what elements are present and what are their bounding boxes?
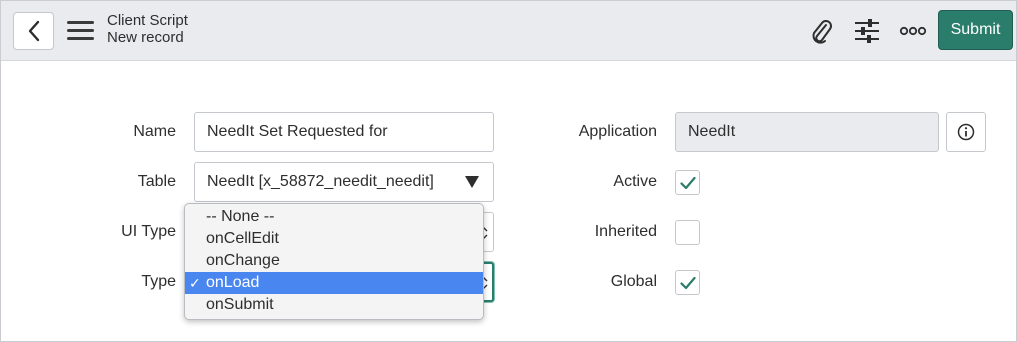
check-icon (679, 276, 696, 289)
type-label: Type (141, 273, 176, 290)
dropdown-option-onload[interactable]: ✓ onLoad (185, 272, 483, 294)
back-icon (28, 20, 39, 42)
attachment-button[interactable] (807, 17, 835, 45)
dropdown-option-oncelledit[interactable]: onCellEdit (185, 228, 483, 250)
application-value: NeedIt (688, 123, 736, 140)
name-input[interactable]: NeedIt Set Requested for (194, 112, 494, 152)
table-label: Table (137, 173, 176, 190)
page-title: Client Script New record (107, 12, 188, 46)
selected-check-icon: ✓ (189, 275, 201, 291)
dropdown-option-label: onLoad (206, 274, 260, 291)
dropdown-option-none[interactable]: -- None -- (185, 206, 483, 228)
type-dropdown-list: -- None -- onCellEdit onChange ✓ onLoad … (184, 203, 484, 320)
record-type-title: Client Script (107, 12, 188, 29)
info-icon (957, 123, 975, 141)
personalize-form-button[interactable] (853, 17, 881, 45)
inherited-label: Inherited (594, 223, 657, 240)
hamburger-menu-icon[interactable] (67, 21, 94, 41)
inherited-checkbox[interactable] (675, 220, 700, 245)
ui-type-label: UI Type (121, 223, 176, 240)
dropdown-option-onsubmit[interactable]: onSubmit (185, 294, 483, 316)
application-info-button[interactable] (946, 112, 986, 152)
name-value: NeedIt Set Requested for (207, 123, 388, 140)
application-label: Application (578, 123, 657, 140)
global-checkbox[interactable] (675, 270, 700, 295)
table-select[interactable]: NeedIt [x_58872_needit_needit] (194, 162, 494, 202)
header-bar: Client Script New record Submit (1, 1, 1016, 61)
application-field: NeedIt (675, 112, 939, 152)
more-icon (899, 26, 927, 36)
back-button[interactable] (13, 12, 54, 50)
sliders-icon (855, 19, 879, 43)
dropdown-caret-icon (465, 176, 479, 188)
paperclip-icon (812, 20, 832, 44)
table-value: NeedIt [x_58872_needit_needit] (207, 173, 434, 190)
name-label: Name (133, 123, 176, 140)
active-label: Active (613, 173, 657, 190)
global-label: Global (610, 273, 657, 290)
active-checkbox[interactable] (675, 170, 700, 195)
submit-button[interactable]: Submit (938, 10, 1013, 50)
record-subtitle: New record (107, 29, 184, 46)
dropdown-option-onchange[interactable]: onChange (185, 250, 483, 272)
check-icon (679, 176, 696, 189)
more-options-button[interactable] (899, 17, 927, 45)
